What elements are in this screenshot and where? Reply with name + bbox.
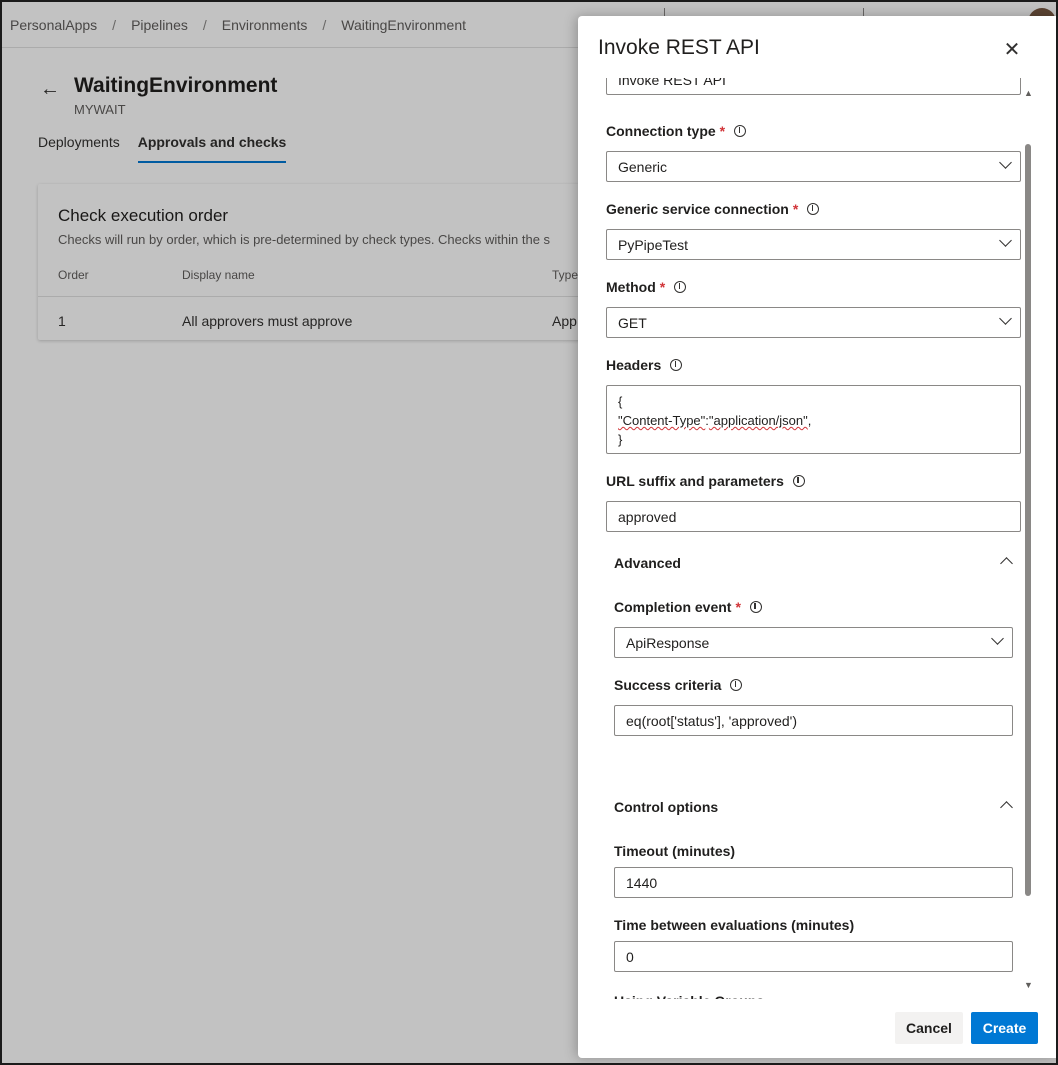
panel-scroll-area: Invoke REST API Connection type * Generic…	[578, 78, 1056, 1003]
url-suffix-label: URL suffix and parameters	[606, 473, 805, 489]
headers-comma: ,	[807, 413, 812, 428]
headers-value: "application/json"	[708, 413, 808, 428]
url-suffix-input[interactable]: approved	[606, 501, 1021, 532]
info-icon[interactable]	[792, 475, 805, 487]
service-connection-label: Generic service connection *	[606, 201, 820, 217]
display-name-input[interactable]: Invoke REST API	[606, 78, 1021, 95]
time-between-input[interactable]: 0	[614, 941, 1013, 972]
invoke-rest-api-panel: Invoke REST API ✕ Invoke REST API Connec…	[578, 16, 1056, 1058]
close-icon[interactable]: ✕	[1002, 40, 1022, 60]
required-marker: *	[659, 279, 666, 295]
completion-event-label: Completion event *	[614, 599, 762, 615]
connection-type-select[interactable]: Generic	[606, 151, 1021, 182]
chevron-down-icon	[999, 234, 1012, 247]
completion-event-select[interactable]: ApiResponse	[614, 627, 1013, 658]
cancel-button[interactable]: Cancel	[895, 1012, 963, 1044]
info-icon[interactable]	[730, 679, 743, 691]
required-marker: *	[719, 123, 726, 139]
url-suffix-label-text: URL suffix and parameters	[606, 473, 784, 489]
scrollbar-thumb[interactable]	[1025, 144, 1031, 896]
screen: PersonalApps / Pipelines / Environments …	[0, 0, 1058, 1065]
timeout-input[interactable]: 1440	[614, 867, 1013, 898]
info-icon[interactable]	[734, 125, 747, 137]
info-icon[interactable]	[670, 359, 683, 371]
required-marker: *	[792, 201, 799, 217]
completion-event-value: ApiResponse	[626, 634, 710, 651]
chevron-down-icon	[999, 156, 1012, 169]
method-label-text: Method	[606, 279, 656, 295]
service-connection-value: PyPipeTest	[618, 236, 689, 253]
connection-type-label: Connection type *	[606, 123, 747, 139]
next-field-label: Using Variable Groups	[614, 991, 764, 999]
headers-label: Headers	[606, 357, 683, 373]
chevron-down-icon	[991, 632, 1004, 645]
method-select[interactable]: GET	[606, 307, 1021, 338]
success-criteria-label-text: Success criteria	[614, 677, 722, 693]
success-criteria-input[interactable]: eq(root['status'], 'approved')	[614, 705, 1013, 736]
advanced-section-header[interactable]: Advanced	[614, 555, 681, 571]
success-criteria-label: Success criteria	[614, 677, 743, 693]
service-connection-label-text: Generic service connection	[606, 201, 789, 217]
service-connection-select[interactable]: PyPipeTest	[606, 229, 1021, 260]
info-icon[interactable]	[674, 281, 687, 293]
scroll-down-arrow-icon[interactable]: ▼	[1024, 980, 1033, 990]
info-icon[interactable]	[807, 203, 820, 215]
time-between-label: Time between evaluations (minutes)	[614, 917, 854, 933]
timeout-label: Timeout (minutes)	[614, 843, 735, 859]
chevron-down-icon	[999, 312, 1012, 325]
headers-key: "Content-Type"	[618, 413, 706, 428]
control-options-section-header[interactable]: Control options	[614, 799, 718, 815]
scroll-up-arrow-icon[interactable]: ▲	[1024, 88, 1033, 98]
create-button[interactable]: Create	[971, 1012, 1038, 1044]
timeout-label-text: Timeout (minutes)	[614, 843, 736, 859]
method-value: GET	[618, 314, 647, 331]
time-between-label-text: Time between evaluations (minutes)	[614, 917, 855, 933]
chevron-up-icon[interactable]	[1000, 801, 1013, 814]
headers-textarea[interactable]: { "Content-Type":"application/json", }	[606, 385, 1021, 454]
completion-event-label-text: Completion event	[614, 599, 732, 615]
headers-line: }	[618, 432, 623, 447]
headers-label-text: Headers	[606, 357, 662, 373]
connection-type-label-text: Connection type	[606, 123, 716, 139]
headers-line: {	[618, 394, 623, 409]
panel-title: Invoke REST API	[598, 36, 760, 59]
method-label: Method *	[606, 279, 687, 295]
required-marker: *	[735, 599, 741, 615]
chevron-up-icon[interactable]	[1000, 557, 1013, 570]
info-icon[interactable]	[749, 601, 762, 613]
connection-type-value: Generic	[618, 158, 668, 175]
